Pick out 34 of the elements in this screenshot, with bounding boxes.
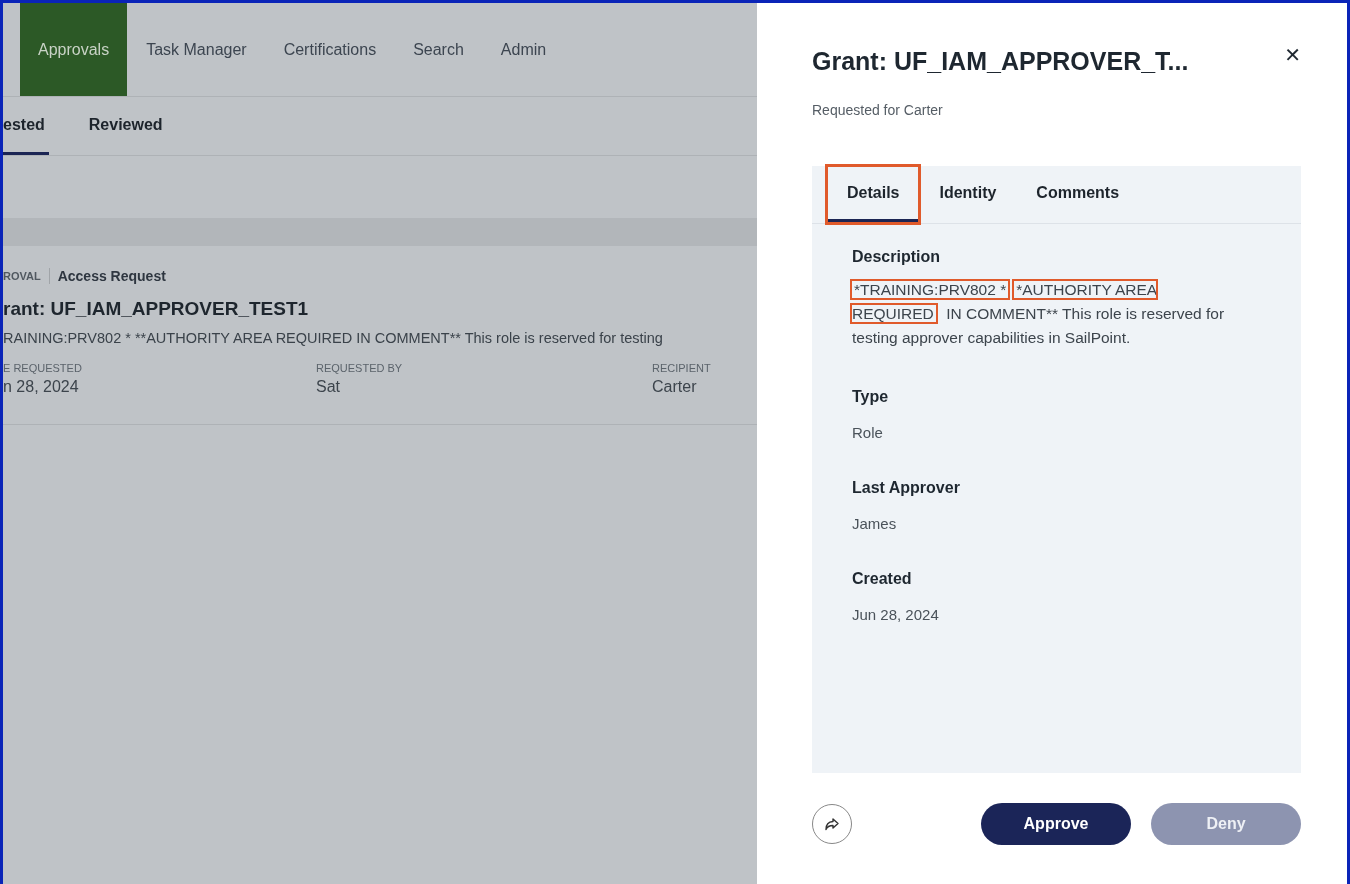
tab[interactable]: Reviewed (88, 97, 167, 155)
field-value: n 28, 2024 (3, 378, 80, 396)
field-value: Carter (652, 378, 698, 396)
field-label: REQUESTED BY (316, 362, 404, 374)
detail-value: James (852, 515, 898, 532)
request-description: RAINING:PRV802 * **AUTHORITY AREA REQUIRED IN COMMENT** This role is reserved for testing (3, 330, 664, 346)
field-label: RECIPIENT (652, 362, 711, 374)
detail-value: Role (852, 424, 884, 441)
detail-value: Jun 28, 2024 (852, 606, 940, 623)
detail-label: Created (852, 570, 913, 588)
field-label: E REQUESTED (3, 362, 83, 374)
description-text: *TRAINING:PRV802 * *AUTHORITY AREA REQUIRED IN COMMENT** This role is reserved for testing approver capabilities in SailPoint. (852, 280, 1226, 348)
close-button[interactable]: ✕ (1284, 43, 1301, 67)
tab[interactable]: Identity (919, 166, 1017, 223)
field-value: Sat (316, 378, 341, 396)
detail-label: Last Approver (852, 479, 961, 497)
request-title: rant: UF_IAM_APPROVER_TEST1 (3, 298, 310, 320)
detail-label: Description (852, 248, 941, 266)
panel-title: Grant: UF_IAM_APPROVER_T... (812, 47, 1189, 76)
nav-tab[interactable]: Certifications (265, 3, 395, 96)
panel-subtitle: Requested for Carter (812, 102, 944, 118)
tab[interactable]: Comments (1016, 166, 1140, 223)
request-type: Access Request (57, 268, 166, 284)
tab[interactable]: ested (3, 97, 49, 155)
category-label: ROVAL (3, 270, 41, 282)
nav-tab[interactable]: Admin (482, 3, 565, 96)
detail-label: Type (852, 388, 890, 406)
approve-button[interactable]: Approve (981, 803, 1131, 845)
forward-button[interactable] (812, 804, 852, 844)
nav-tab[interactable]: Task Manager (128, 3, 265, 96)
forward-icon (823, 815, 841, 833)
nav-tab[interactable]: Approvals (20, 3, 128, 96)
nav-tab[interactable]: Search (395, 3, 482, 96)
tab[interactable]: Details (827, 166, 920, 223)
